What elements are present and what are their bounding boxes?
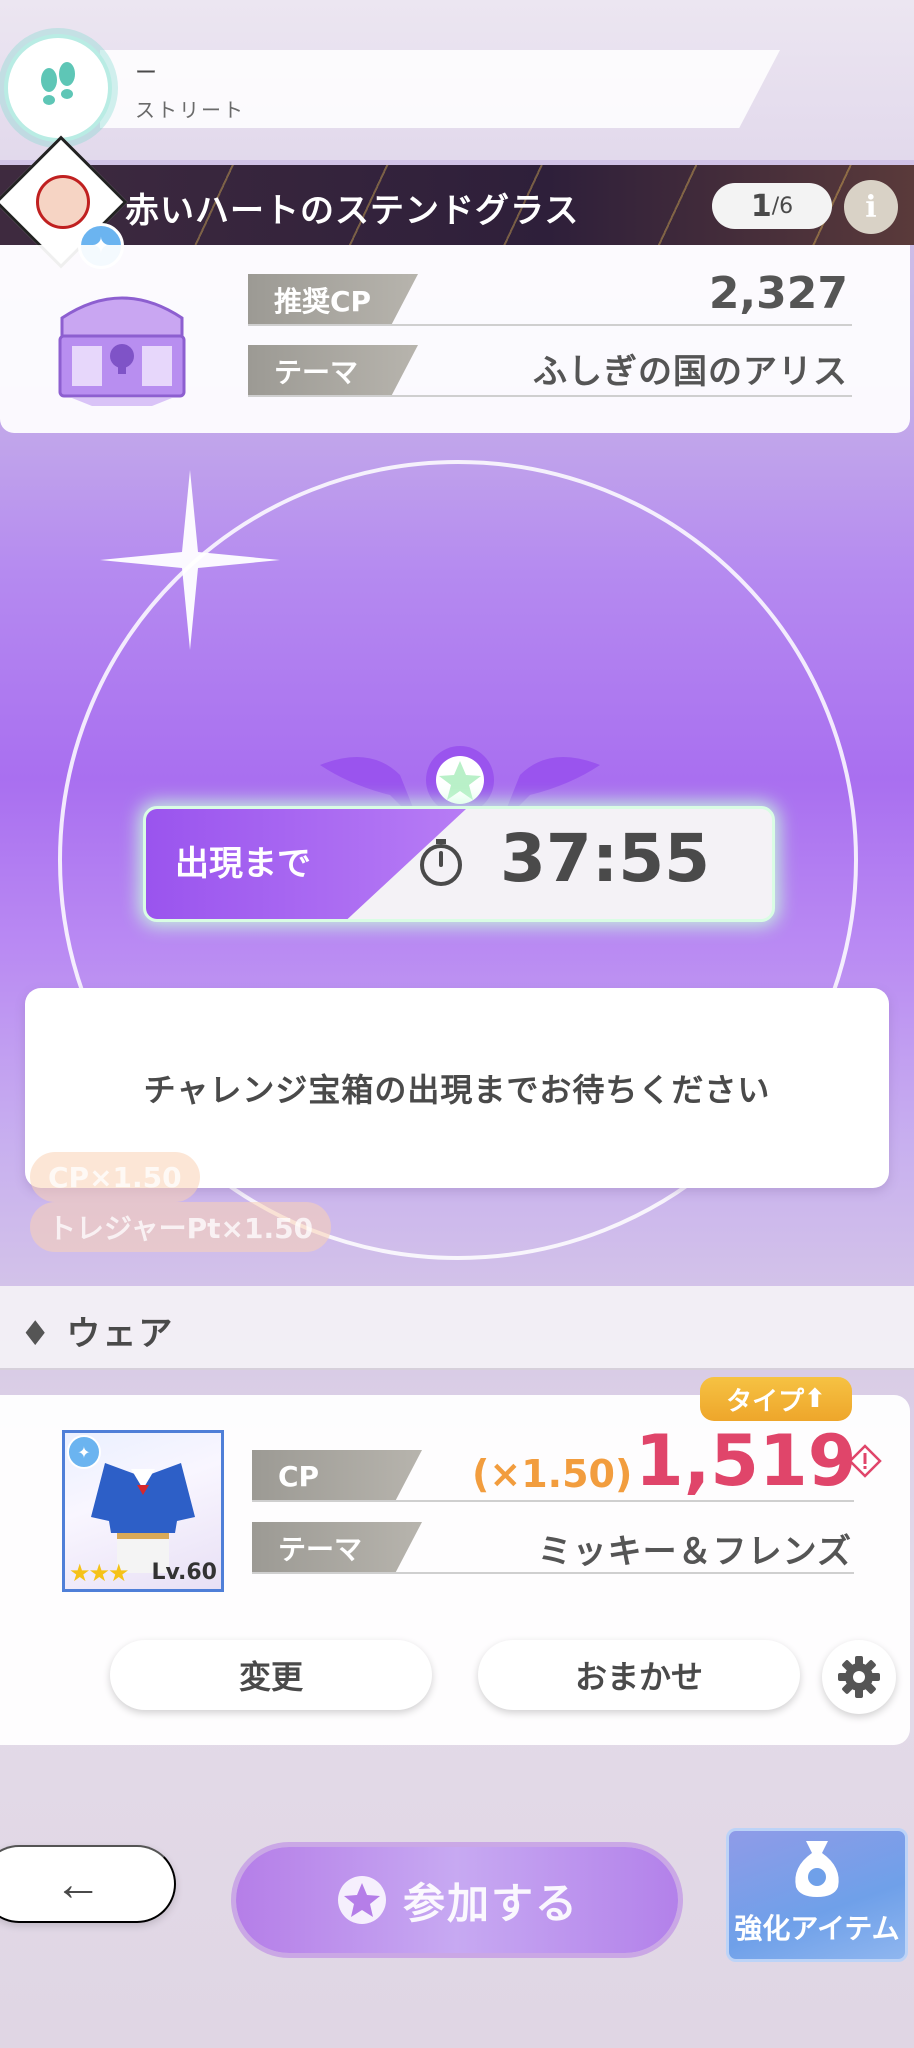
money-bag-icon — [795, 1841, 839, 1897]
enhance-items-button[interactable]: 強化アイテム — [726, 1828, 908, 1962]
wear-theme-label: テーマ — [252, 1522, 422, 1574]
cp-boost-badge: CP×1.50 — [30, 1152, 200, 1202]
stopwatch-icon — [420, 839, 462, 886]
arrow-up-icon: ⬆ — [804, 1384, 826, 1414]
info-button[interactable]: i — [844, 180, 898, 234]
treasure-count-current: 1 — [750, 188, 772, 224]
wear-thumbnail[interactable]: ✦ ★★★ Lv.60 — [62, 1430, 224, 1592]
change-button[interactable]: 変更 — [110, 1640, 432, 1710]
item-level: Lv.60 — [151, 1560, 217, 1585]
timer-label: 出現まで — [175, 844, 311, 884]
wear-section-title: ♦ ウェア — [20, 1306, 174, 1355]
join-button-label: 参加する — [402, 1878, 579, 1928]
footsteps-icon — [41, 62, 75, 105]
footsteps-button[interactable] — [4, 34, 112, 142]
treasure-chest-icon — [58, 296, 186, 406]
join-button[interactable]: 参加する — [236, 1847, 678, 1953]
type-up-badge: タイプ ⬆ — [700, 1377, 852, 1421]
recommended-cp-value: 2,327 — [708, 268, 848, 319]
rarity-stars: ★★★ — [69, 1559, 130, 1587]
character-avatar — [36, 175, 90, 229]
location-dash: ー — [135, 61, 158, 86]
cp-multiplier: (×1.50) — [472, 1452, 633, 1496]
wear-section-label: ウェア — [66, 1314, 175, 1354]
settings-button[interactable] — [822, 1640, 896, 1714]
type-badge-label: タイプ — [726, 1386, 805, 1417]
star-badge-icon — [337, 1876, 386, 1924]
butterfly-icon: ✦ — [67, 1435, 101, 1469]
wear-cp-value: 1,519 — [635, 1420, 857, 1502]
location-label: ストリート — [135, 98, 245, 122]
enhance-items-label: 強化アイテム — [734, 1912, 900, 1945]
treasure-pt-boost-badge: トレジャーPt×1.50 — [30, 1202, 332, 1252]
wear-cp-label: CP — [252, 1450, 422, 1502]
treasure-count-total: /6 — [771, 193, 794, 219]
recommended-cp-label: 推奨CP — [248, 274, 418, 326]
divider — [248, 395, 852, 397]
timer-value: 37:55 — [500, 820, 711, 897]
theme-value: ふしぎの国のアリス — [533, 352, 848, 392]
theme-label: テーマ — [248, 345, 418, 397]
back-button[interactable]: ← — [0, 1845, 176, 1923]
warning-icon[interactable] — [848, 1444, 882, 1478]
wear-theme-value: ミッキー＆フレンズ — [537, 1532, 852, 1572]
diamond-icon: ♦ — [20, 1314, 53, 1354]
treasure-title: 赤いハートのステンドグラス — [125, 191, 580, 231]
divider — [248, 324, 852, 326]
sparkle-icon — [100, 470, 280, 650]
treasure-count: 1/6 — [712, 183, 832, 229]
auto-select-button[interactable]: おまかせ — [478, 1640, 800, 1710]
gear-icon — [838, 1656, 880, 1698]
